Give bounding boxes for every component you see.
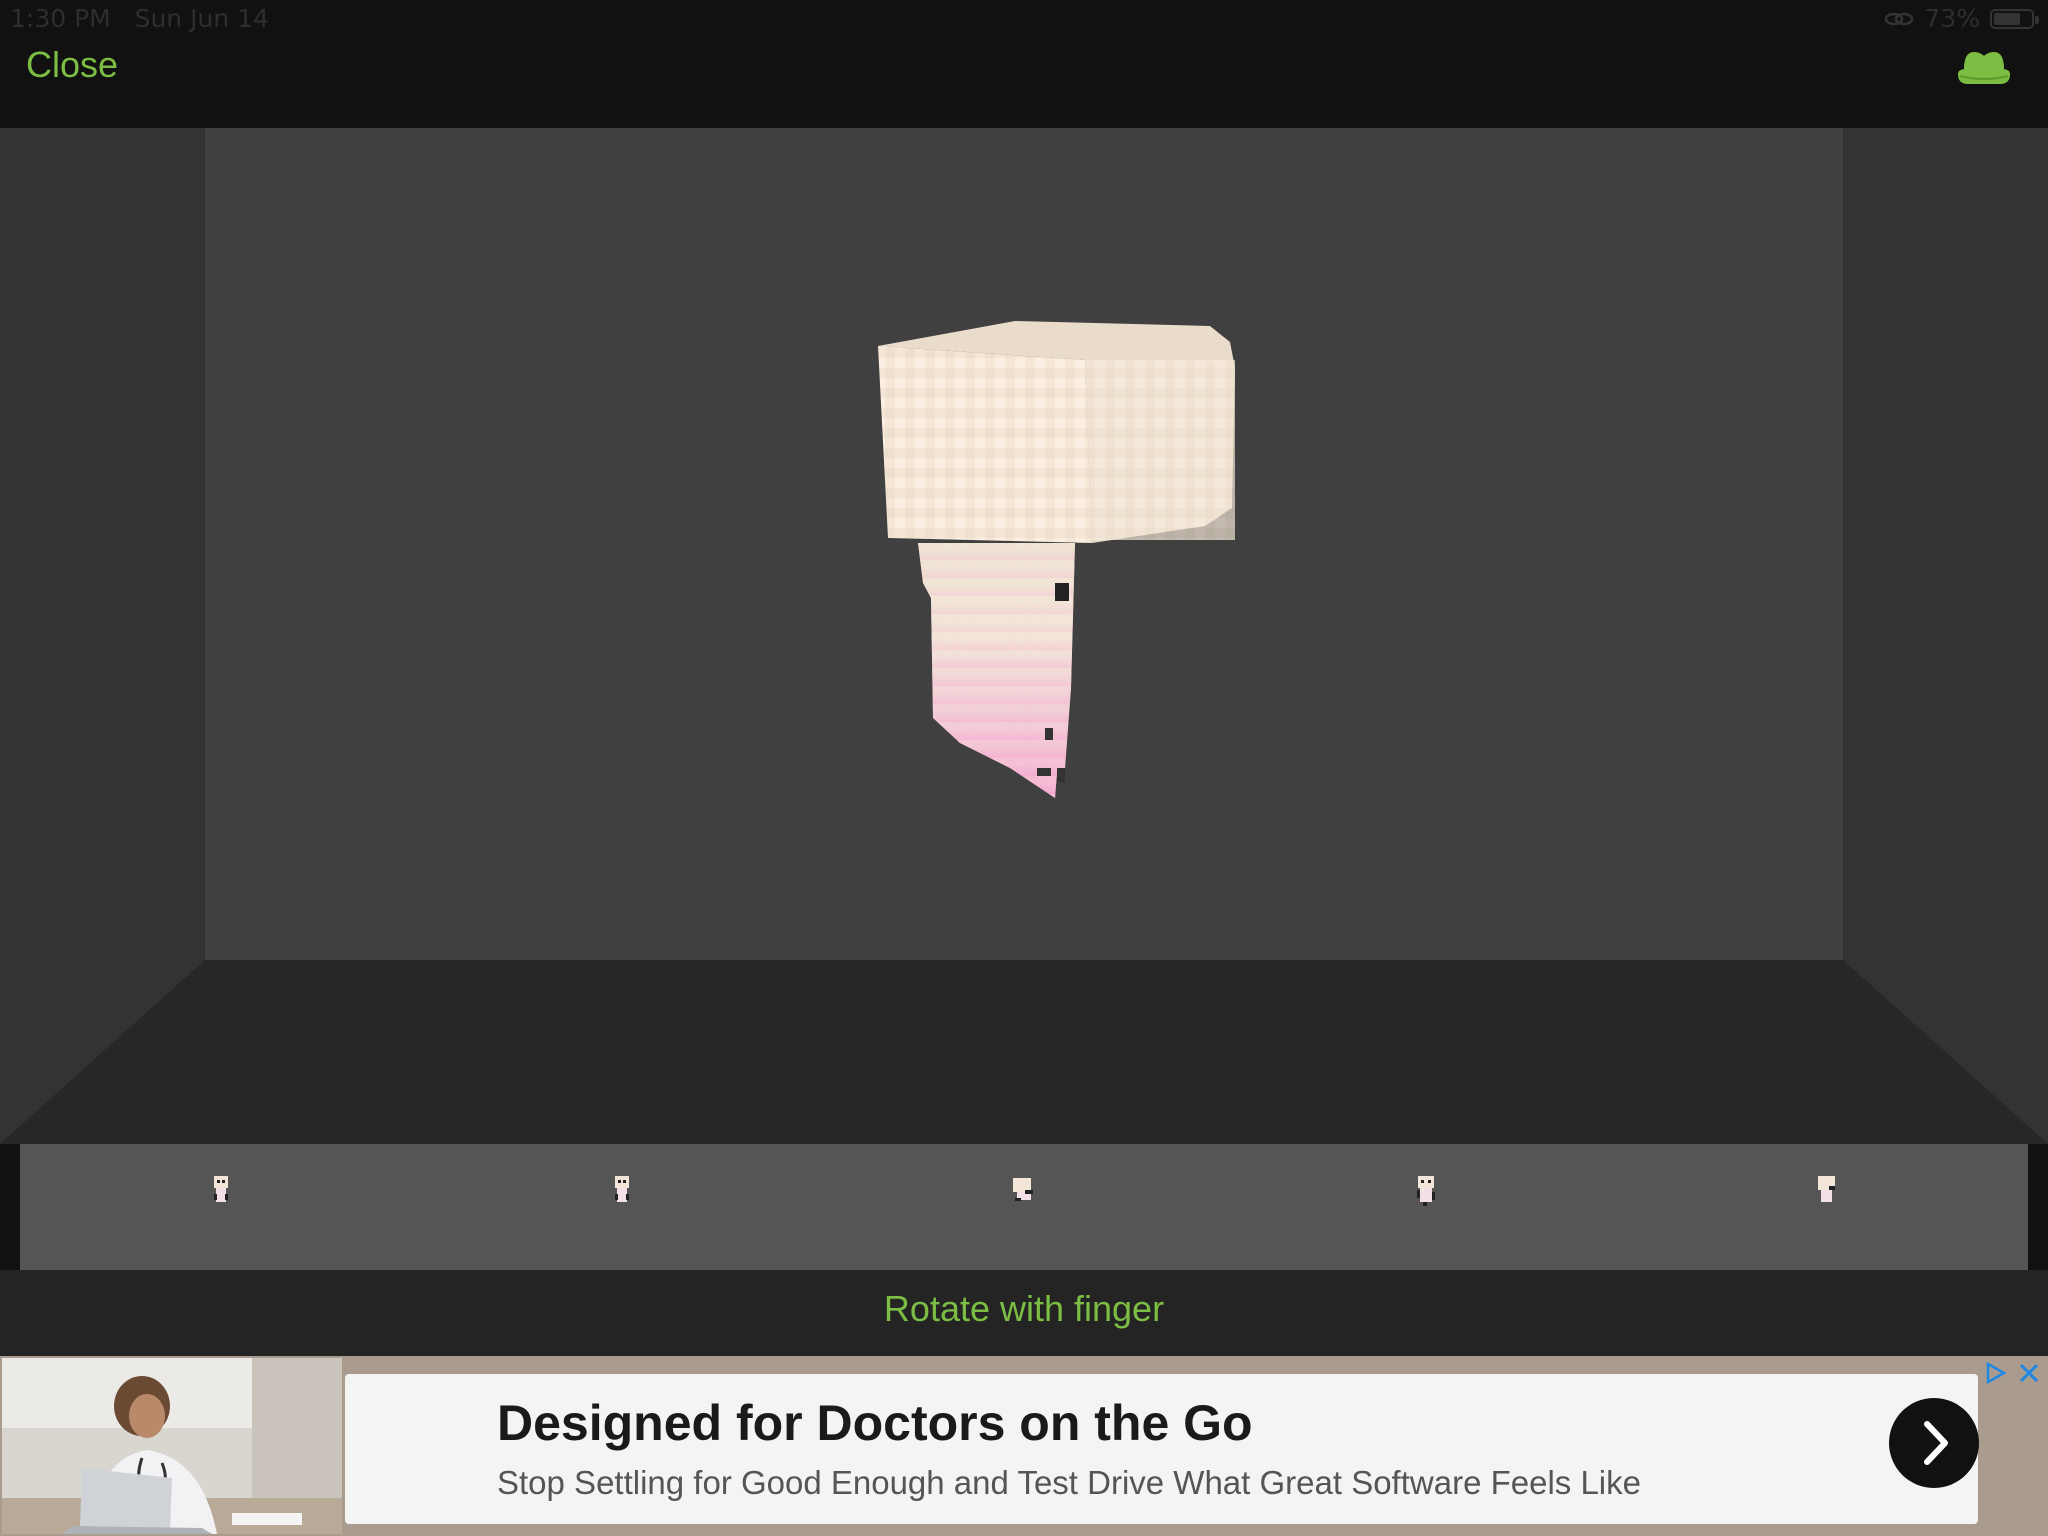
close-icon[interactable] bbox=[2016, 1360, 2042, 1386]
skin-preview-stage[interactable] bbox=[0, 128, 2048, 1144]
pose-option[interactable] bbox=[994, 1176, 1054, 1236]
figure-waving-icon[interactable] bbox=[1815, 1176, 1839, 1206]
doctor-photo[interactable] bbox=[2, 1358, 342, 1534]
ad-go-button[interactable] bbox=[1889, 1398, 1979, 1488]
ad-image[interactable] bbox=[2, 1358, 342, 1534]
battery-percent: 73% bbox=[1924, 4, 1980, 33]
ad-banner[interactable]: Designed for Doctors on the Go Stop Sett… bbox=[0, 1356, 2048, 1536]
status-clock: 1:30 PM bbox=[10, 4, 111, 33]
link-icon bbox=[1885, 12, 1914, 25]
figure-standing-icon[interactable] bbox=[211, 1176, 231, 1204]
ad-title[interactable]: Designed for Doctors on the Go bbox=[497, 1394, 1253, 1452]
status-time: 1:30 PM Sun Jun 14 bbox=[10, 4, 269, 33]
rotate-hint: Rotate with finger bbox=[883, 1288, 1165, 1329]
pose-option[interactable] bbox=[592, 1176, 652, 1236]
skin-viewport[interactable] bbox=[205, 128, 1843, 960]
figure-walking-icon[interactable] bbox=[1415, 1176, 1437, 1206]
pose-option[interactable] bbox=[1797, 1176, 1857, 1236]
ad-subtitle[interactable]: Stop Settling for Good Enough and Test D… bbox=[497, 1464, 1641, 1502]
status-bar: 1:30 PM Sun Jun 14 73% bbox=[0, 0, 2048, 40]
figure-standing-icon[interactable] bbox=[612, 1176, 632, 1204]
ad-card[interactable]: Designed for Doctors on the Go Stop Sett… bbox=[345, 1374, 1979, 1524]
status-date: Sun Jun 14 bbox=[134, 4, 269, 33]
ad-choices-icon[interactable] bbox=[1982, 1360, 2008, 1386]
navigation-bar: Close bbox=[0, 40, 2048, 128]
skin-model[interactable] bbox=[205, 128, 1843, 960]
status-right: 73% bbox=[1884, 4, 2039, 33]
chevron-right-icon bbox=[1924, 1421, 1948, 1465]
battery-fill bbox=[1994, 12, 2021, 25]
figure-sitting-icon[interactable] bbox=[1011, 1176, 1037, 1204]
hat-icon[interactable] bbox=[1954, 44, 2014, 88]
pose-option[interactable] bbox=[191, 1176, 251, 1236]
close-button[interactable]: Close bbox=[26, 44, 118, 86]
hint-bar: Rotate with finger bbox=[0, 1270, 2048, 1356]
battery-icon bbox=[1990, 8, 2039, 29]
pose-selector bbox=[20, 1144, 2028, 1270]
pose-option[interactable] bbox=[1396, 1176, 1456, 1236]
